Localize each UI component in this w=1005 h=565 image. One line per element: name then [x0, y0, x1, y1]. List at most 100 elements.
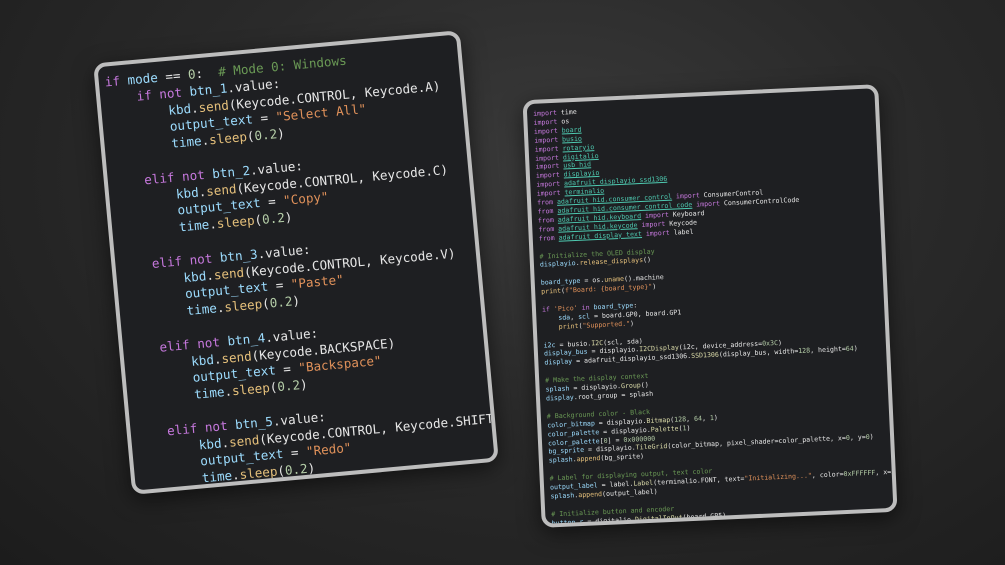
code-token: i2c [543, 340, 556, 350]
code-token: sleep [216, 212, 256, 232]
code-token: append [578, 490, 603, 500]
code-token: 0x3C [761, 339, 779, 349]
code-token: = [259, 193, 284, 211]
code-token: (board.GP5) [682, 511, 727, 522]
code-token: scl [577, 312, 591, 321]
code-token: ) [284, 209, 293, 225]
code-token: I2C [591, 338, 604, 347]
code-token: 0.2 [253, 126, 278, 144]
code-token: mode [126, 69, 159, 88]
code-token: 5 [891, 467, 896, 477]
code-token: send [220, 347, 253, 366]
code-token: import [692, 199, 725, 209]
code-token: btn_3 [219, 246, 259, 265]
code-token: Palette [650, 424, 679, 434]
code-token: : [633, 301, 638, 310]
code-token: import [534, 144, 563, 154]
code-token: if [104, 72, 129, 90]
code-token: 0x000000 [623, 434, 656, 444]
code-token: (output_label) [601, 487, 658, 499]
code-token: Keycode [669, 218, 698, 228]
code-token: = [275, 360, 300, 378]
code-token: Bitmap [646, 415, 671, 425]
code-token: send [205, 180, 238, 199]
code-token: kbd [190, 351, 215, 369]
code-token: () [642, 256, 652, 265]
code-token: (bg_sprite) [600, 452, 645, 463]
code-token: time [193, 384, 226, 402]
code-token: append [576, 454, 601, 464]
code-token: label [673, 227, 694, 237]
code-token: sleep [231, 380, 271, 399]
code-token: ) [713, 413, 719, 422]
code-token: splash [550, 491, 575, 501]
code-token: uname [604, 275, 625, 284]
code-token: kbd [182, 267, 207, 285]
code-token: ) [306, 460, 316, 476]
code-token: digitalio [562, 151, 599, 162]
code-token: import [640, 210, 673, 220]
code-token: .value: [280, 492, 334, 494]
code-token: ) [869, 433, 874, 442]
code-token: kbd [175, 184, 200, 202]
code-token: () [640, 380, 649, 390]
code-token: btn_5 [234, 413, 274, 432]
code-token: 0xFFFFFF [843, 468, 876, 479]
code-token: from [538, 233, 559, 243]
code-token: ) [629, 319, 635, 328]
code-token: time [170, 133, 203, 151]
code-token: 0.2 [261, 210, 286, 228]
code-token: SSD1306 [690, 351, 720, 361]
code-token: usb_hid [563, 160, 592, 170]
code-token: import [535, 170, 564, 181]
code-token: 0.2 [269, 293, 294, 311]
code-token: rotaryio [562, 142, 595, 153]
code-token: from [537, 215, 558, 225]
code-token: import [534, 135, 563, 145]
code-token: Keyboard [672, 209, 705, 219]
code-token: ] = [607, 435, 624, 445]
code-token: time [201, 467, 233, 486]
code-token: busio [561, 134, 583, 144]
code-token: import [637, 219, 670, 229]
code-token: import [536, 179, 565, 189]
code-token: 128 [673, 414, 687, 424]
code-token: == [157, 67, 189, 85]
code-token: ) [853, 344, 858, 353]
code-token: sleep [238, 463, 279, 483]
code-token: = digitalio. [583, 515, 636, 526]
code-token: print [558, 321, 579, 331]
code-token: import [534, 153, 564, 163]
code-token: , y= [894, 467, 898, 476]
code-token: "Supported." [582, 319, 631, 330]
code-token: ().machine [623, 273, 664, 284]
code-token: if [541, 305, 555, 314]
code-token: display [544, 357, 573, 367]
code-token: import [671, 191, 704, 201]
code-token: btn_1 [188, 80, 228, 99]
code-token: from [536, 197, 558, 207]
code-token: print [540, 286, 562, 296]
code-block: import time import os import board import b… [533, 93, 898, 528]
code-token: 'Pico' [553, 303, 578, 314]
code-panel-mode-windows: if mode == 0: # Mode 0: Windows if not b… [93, 30, 499, 495]
code-token: "Redo" [305, 440, 353, 460]
code-token: from [538, 224, 559, 234]
code-token: send [213, 264, 245, 283]
code-token: os [561, 117, 570, 126]
code-token: import [535, 161, 564, 172]
code-token: import [536, 188, 565, 198]
code-token: , y= [849, 433, 866, 443]
code-token: import [533, 126, 562, 136]
code-token: kbd [198, 435, 223, 453]
code-token: TileGrid [635, 442, 668, 452]
code-token: 0.2 [284, 460, 309, 478]
code-token: Group [620, 381, 642, 391]
code-token: sda [558, 313, 571, 322]
code-token: = os. [580, 275, 605, 286]
code-token: ) [777, 339, 783, 348]
